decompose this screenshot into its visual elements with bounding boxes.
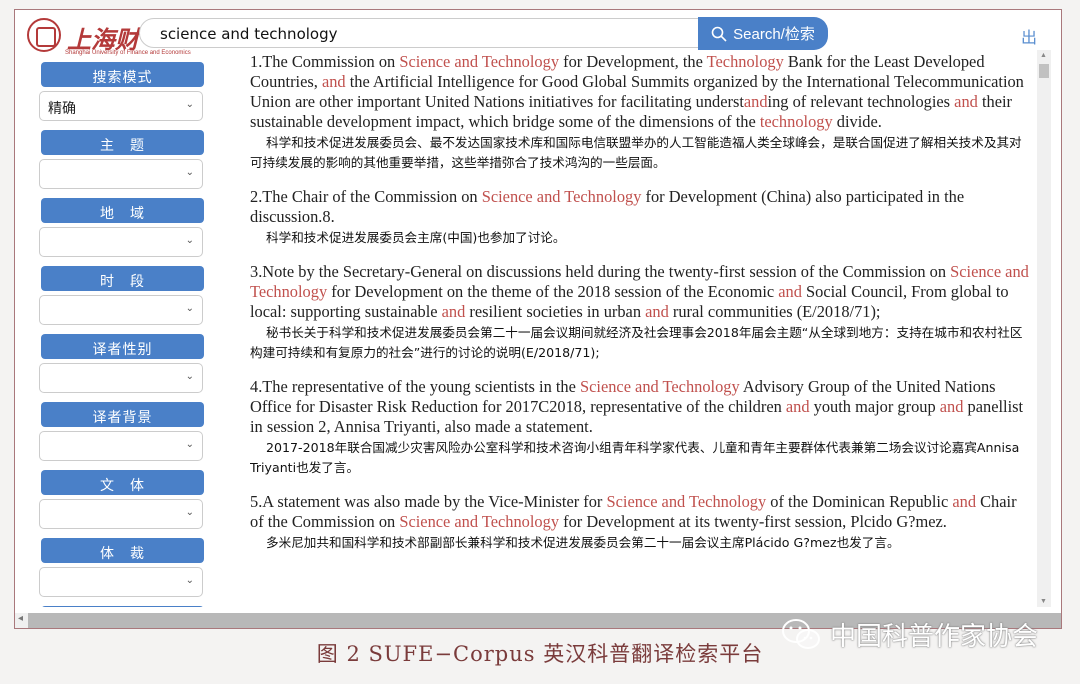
filter-sidebar: 搜索模式精确 ⌄ 主 题 ⌄ 地 域 ⌄ 时 段 ⌄ 译者性别 ⌄ 译者背景 ⌄ 文 体 ⌄ 体 裁 ⌄ [39, 62, 207, 607]
search-icon [711, 26, 727, 42]
text-segment: 4.The representative of the young scient… [250, 377, 580, 396]
search-input[interactable] [158, 24, 682, 44]
keyword-highlight: and [952, 492, 977, 511]
scroll-down-icon[interactable]: ▼ [1040, 598, 1047, 605]
keyword-highlight: and [645, 302, 669, 321]
filter-select[interactable]: ⌄ [39, 431, 203, 461]
keyword-highlight: Technology [706, 52, 784, 71]
keyword-highlight: and [778, 282, 802, 301]
keyword-highlight: and [939, 397, 964, 416]
result-entry: 5.A statement was also made by the Vice-… [250, 492, 1030, 553]
filter-select[interactable]: ⌄ [39, 227, 203, 257]
text-segment: 1.The Commission on [250, 52, 400, 71]
text-segment: resilient societies in urban [465, 302, 646, 321]
chevron-down-icon: ⌄ [185, 575, 194, 586]
filter-label: 体 裁 [41, 538, 204, 563]
keyword-highlight: Science and Technology [399, 52, 560, 71]
english-sentence: 3.Note by the Secretary-General on discu… [250, 262, 1030, 322]
app-window: 上海财 Shanghai University of Finance and E… [14, 9, 1062, 629]
filter-select[interactable]: 精确 ⌄ [39, 91, 203, 121]
chevron-down-icon: ⌄ [185, 439, 194, 450]
seal-icon [27, 18, 61, 52]
english-sentence: 2.The Chair of the Commission on Science… [250, 187, 1030, 227]
result-entry: 4.The representative of the young scient… [250, 377, 1030, 478]
keyword-highlight: technology [759, 112, 833, 131]
text-segment: rural communities (E/2018/71); [668, 302, 881, 321]
search-button-label: Search/检索 [733, 26, 815, 43]
chevron-down-icon: ⌄ [185, 371, 194, 382]
chevron-down-icon: ⌄ [185, 167, 194, 178]
chinese-translation: 多米尼加共和国科学和技术部副部长兼科学和技术促进发展委员会第二十一届会议主席Pl… [266, 535, 900, 550]
scroll-up-icon[interactable]: ▲ [1040, 52, 1047, 59]
filter-select-value: 精确 [48, 100, 76, 116]
text-segment: for Development, the [559, 52, 707, 71]
text-segment: youth major group [809, 397, 940, 416]
text-segment: 3.Note by the Secretary-General on discu… [250, 262, 951, 281]
filter-select[interactable]: ⌄ [39, 567, 203, 597]
chinese-translation: 2017-2018年联合国减少灾害风险办公室科学和技术咨询小组青年科学家代表、儿… [250, 440, 1020, 475]
scroll-thumb[interactable] [1039, 64, 1049, 78]
chinese-translation: 科学和技术促进发展委员会主席(中国)也参加了讨论。 [266, 230, 566, 245]
filter-select[interactable]: ⌄ [39, 295, 203, 325]
text-segment: 2.The Chair of the Commission on [250, 187, 482, 206]
filter-label: 译者性别 [41, 334, 204, 359]
filter-select[interactable]: ⌄ [39, 499, 203, 529]
chevron-down-icon: ⌄ [185, 507, 194, 518]
keyword-highlight: Science and Technology [399, 512, 560, 531]
text-segment: for Development at its twenty-first sess… [559, 512, 947, 531]
exit-icon[interactable]: 出 [1021, 24, 1037, 48]
filter-label: 译者背景 [41, 402, 204, 427]
english-sentence: 4.The representative of the young scient… [250, 377, 1030, 437]
search-box [139, 18, 705, 48]
figure-caption: 图 2 SUFE−Corpus 英汉科普翻译检索平台 [316, 642, 764, 666]
result-entry: 2.The Chair of the Commission on Science… [250, 187, 1030, 248]
keyword-highlight: and [785, 397, 810, 416]
english-sentence: 1.The Commission on Science and Technolo… [250, 52, 1030, 132]
search-button[interactable]: Search/检索 [698, 17, 828, 50]
logo-subtitle: Shanghai University of Finance and Econo… [65, 50, 191, 56]
result-entry: 1.The Commission on Science and Technolo… [250, 52, 1030, 173]
text-segment: 5.A statement was also made by the Vice-… [250, 492, 607, 511]
vertical-scrollbar[interactable]: ▲ ▼ [1037, 50, 1051, 607]
text-segment: ing of relevant technologies [767, 92, 955, 111]
english-sentence: 5.A statement was also made by the Vice-… [250, 492, 1030, 532]
keyword-highlight: and [321, 72, 346, 91]
results-list: 1.The Commission on Science and Technolo… [250, 52, 1030, 607]
scroll-left-icon[interactable]: ◂ [18, 613, 23, 624]
text-segment: for Development on the theme of the 2018… [327, 282, 779, 301]
keyword-highlight: and [441, 302, 466, 321]
chevron-down-icon: ⌄ [185, 99, 194, 110]
result-entry: 3.Note by the Secretary-General on discu… [250, 262, 1030, 363]
chevron-down-icon: ⌄ [185, 303, 194, 314]
chinese-translation: 秘书长关于科学和技术促进发展委员会第二十一届会议期间就经济及社会理事会2018年… [250, 325, 1023, 360]
filter-label: 文 体 [41, 470, 204, 495]
filter-label: 时 段 [41, 266, 204, 291]
text-segment: of the Dominican Republic [766, 492, 953, 511]
filter-select[interactable]: ⌄ [39, 159, 203, 189]
keyword-highlight: Science and Technology [481, 187, 642, 206]
filter-select[interactable]: ⌄ [39, 363, 203, 393]
filter-label: 主 题 [41, 130, 204, 155]
chinese-translation: 科学和技术促进发展委员会、最不发达国家技术库和国际电信联盟举办的人工智能造福人类… [250, 135, 1022, 170]
keyword-highlight: and [743, 92, 768, 111]
text-segment: divide. [832, 112, 882, 131]
filter-label: 地 域 [41, 198, 204, 223]
chevron-down-icon: ⌄ [185, 235, 194, 246]
keyword-highlight: Science and Technology [606, 492, 767, 511]
keyword-highlight: Science and Technology [580, 377, 740, 396]
filter-label [41, 606, 204, 607]
filter-label: 搜索模式 [41, 62, 204, 87]
keyword-highlight: and [954, 92, 978, 111]
